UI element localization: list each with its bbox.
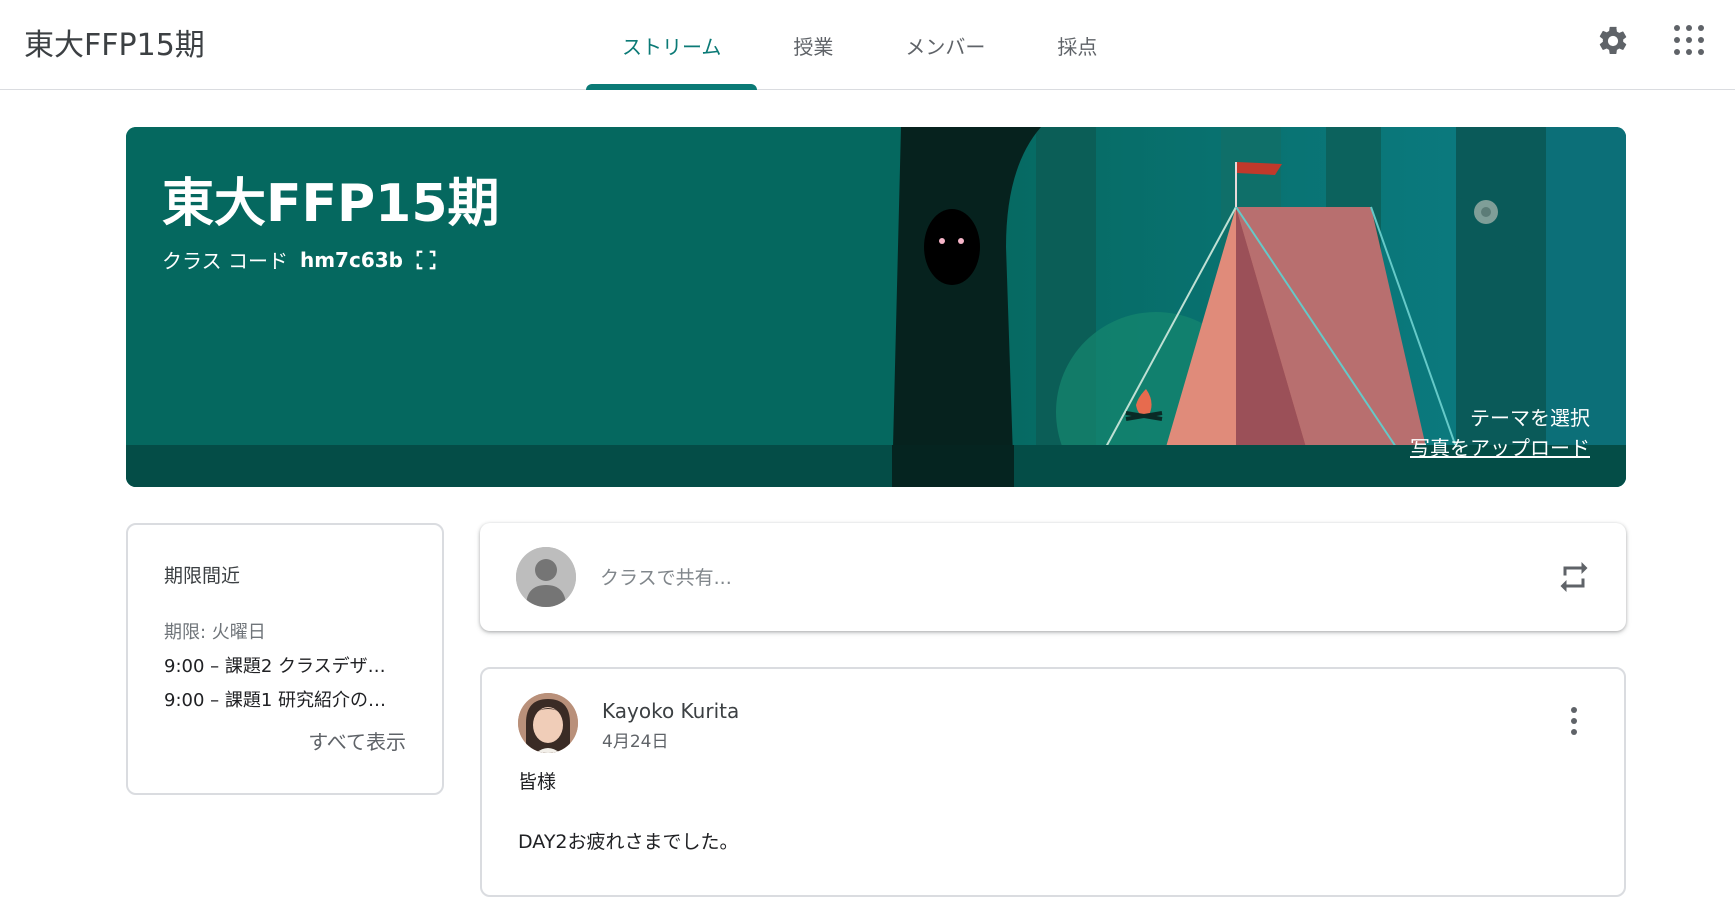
class-code-row: クラス コード hm7c63b (162, 245, 437, 274)
default-user-icon (516, 547, 576, 607)
fullscreen-icon[interactable] (415, 249, 437, 271)
view-all-link[interactable]: すべて表示 (308, 726, 406, 755)
upcoming-item[interactable]: 9:00 – 課題2 クラスデザ… (164, 652, 394, 678)
banner-title: 東大FFP15期 (162, 174, 500, 234)
class-code-value: hm7c63b (299, 247, 403, 272)
class-code-label: クラス コード (162, 249, 288, 273)
theme-links: テーマを選択 写真をアップロード (1410, 403, 1590, 463)
class-banner: 東大FFP15期 クラス コード hm7c63b テーマを選択 写真をアップロー… (126, 127, 1626, 487)
repost-icon[interactable] (1556, 559, 1592, 595)
share-input[interactable]: クラスで共有... (600, 563, 732, 590)
stream-post: Kayoko Kurita 4月24日 皆様 DAY2お疲れさまでした。 (480, 667, 1626, 897)
class-title[interactable]: 東大FFP15期 (24, 20, 205, 64)
post-body-line: 皆様 (518, 771, 557, 793)
tab-classwork[interactable]: 授業 (757, 0, 869, 90)
upcoming-item[interactable]: 9:00 – 課題1 研究紹介の… (164, 686, 394, 712)
tab-people[interactable]: メンバー (869, 0, 1021, 90)
top-app-bar: 東大FFP15期 ストリーム 授業 メンバー 採点 (0, 0, 1735, 90)
upcoming-card: 期限間近 期限: 火曜日 9:00 – 課題2 クラスデザ… 9:00 – 課題… (126, 523, 444, 795)
tab-stream[interactable]: ストリーム (586, 0, 758, 90)
avatar (516, 547, 576, 607)
upload-photo-link[interactable]: 写真をアップロード (1410, 433, 1590, 463)
post-body-line: DAY2お疲れさまでした。 (518, 831, 739, 853)
apps-grid-icon[interactable] (1674, 25, 1704, 55)
nav-tabs: ストリーム 授業 メンバー 採点 (586, 0, 1133, 90)
tab-grades[interactable]: 採点 (1021, 0, 1133, 90)
user-photo (518, 693, 578, 753)
gear-icon[interactable] (1596, 24, 1630, 58)
upcoming-heading: 期限間近 (164, 565, 241, 587)
post-date: 4月24日 (602, 732, 669, 752)
avatar (518, 693, 578, 753)
share-box[interactable]: クラスで共有... (480, 523, 1626, 631)
more-options-icon[interactable] (1570, 707, 1578, 735)
due-label: 期限: 火曜日 (164, 622, 266, 643)
select-theme-link[interactable]: テーマを選択 (1410, 403, 1590, 433)
post-author[interactable]: Kayoko Kurita (602, 699, 739, 723)
